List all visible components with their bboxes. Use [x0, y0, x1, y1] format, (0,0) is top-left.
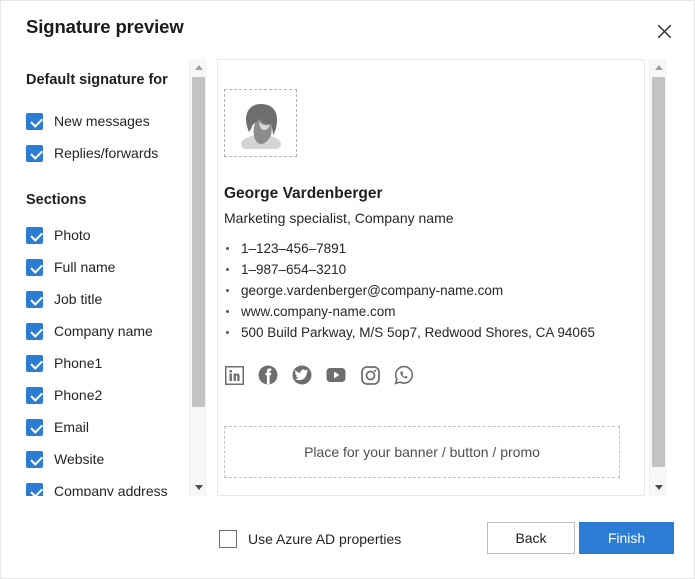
close-icon[interactable] [649, 16, 679, 46]
checkbox-full-name[interactable] [26, 258, 43, 276]
preview-scrollbar[interactable] [649, 59, 666, 496]
finish-button[interactable]: Finish [579, 522, 674, 554]
sidebar-item-job-title[interactable]: Job title [26, 289, 102, 309]
list-item: www.company-name.com [224, 301, 595, 322]
sidebar-item-photo[interactable]: Photo [26, 225, 91, 245]
chevron-up-icon[interactable] [190, 59, 207, 76]
social-icon-row [224, 365, 414, 385]
twitter-icon[interactable] [292, 365, 312, 385]
sidebar-item-label: Phone2 [54, 387, 103, 403]
chevron-up-icon[interactable] [650, 59, 667, 76]
sidebar-item-label: Job title [54, 291, 103, 307]
use-azure-ad-properties-row[interactable]: Use Azure AD properties [219, 530, 401, 548]
sidebar-item-label: Email [54, 419, 90, 435]
list-item: 1–123–456–7891 [224, 238, 595, 259]
sidebar-group-title-default: Default signature for [26, 72, 168, 88]
sidebar-item-company-name[interactable]: Company name [26, 321, 153, 341]
sidebar-item-label: Website [54, 451, 105, 467]
youtube-icon[interactable] [326, 365, 346, 385]
sidebar-item-label: New messages [54, 113, 150, 129]
list-item: 500 Build Parkway, M/S 5op7, Redwood Sho… [224, 322, 595, 343]
sidebar-item-phone2[interactable]: Phone2 [26, 385, 102, 405]
linkedin-icon[interactable] [224, 365, 244, 385]
sidebar-item-email[interactable]: Email [26, 417, 89, 437]
sidebar-item-label: Company name [54, 323, 153, 339]
sidebar-item-full-name[interactable]: Full name [26, 257, 115, 277]
page-title: Signature preview [26, 16, 184, 37]
chevron-down-icon[interactable] [650, 479, 667, 496]
whatsapp-icon[interactable] [394, 365, 414, 385]
sidebar-scrollbar-thumb[interactable] [192, 77, 205, 407]
checkbox-photo[interactable] [26, 226, 43, 244]
sidebar-scrollbar[interactable] [189, 59, 206, 496]
signature-preview-pane: George Vardenberger Marketing specialist… [217, 59, 645, 496]
checkbox-email[interactable] [26, 418, 43, 436]
sidebar-item-replies-forwards[interactable]: Replies/forwards [26, 143, 158, 163]
sidebar-item-website[interactable]: Website [26, 449, 104, 469]
signature-name: George Vardenberger [224, 185, 383, 202]
dialog-header: Signature preview [1, 1, 694, 53]
sidebar-group-title-sections: Sections [26, 192, 87, 208]
sidebar-item-label: Phone1 [54, 355, 103, 371]
sidebar-item-new-messages[interactable]: New messages [26, 111, 150, 131]
checkbox-phone1[interactable] [26, 354, 43, 372]
sidebar-item-label: Company address [54, 483, 168, 496]
preview-scrollbar-thumb[interactable] [652, 77, 665, 467]
banner-placeholder[interactable]: Place for your banner / button / promo [224, 426, 620, 478]
sidebar-item-phone1[interactable]: Phone1 [26, 353, 102, 373]
chevron-down-icon[interactable] [190, 479, 207, 496]
avatar-person-icon [240, 104, 281, 149]
sidebar-item-company-address[interactable]: Company address [26, 481, 168, 496]
checkbox-replies-forwards[interactable] [26, 144, 43, 162]
sidebar-item-label: Replies/forwards [54, 145, 159, 161]
banner-placeholder-text: Place for your banner / button / promo [304, 444, 540, 460]
list-item: george.vardenberger@company-name.com [224, 280, 595, 301]
signature-preview-dialog: Signature preview Default signature for … [0, 0, 695, 579]
photo-placeholder[interactable] [224, 89, 297, 157]
signature-contact-list: 1–123–456–7891 1–987–654–3210 george.var… [224, 238, 595, 343]
checkbox-company-address[interactable] [26, 482, 43, 496]
checkbox-use-azure-ad-properties[interactable] [219, 530, 237, 548]
back-button[interactable]: Back [487, 522, 575, 554]
checkbox-company-name[interactable] [26, 322, 43, 340]
use-azure-ad-properties-label: Use Azure AD properties [248, 531, 402, 547]
list-item: 1–987–654–3210 [224, 259, 595, 280]
sections-sidebar: Default signature for New messages Repli… [1, 59, 187, 496]
instagram-icon[interactable] [360, 365, 380, 385]
checkbox-phone2[interactable] [26, 386, 43, 404]
facebook-icon[interactable] [258, 365, 278, 385]
sidebar-item-label: Photo [54, 227, 91, 243]
sidebar-item-label: Full name [54, 259, 116, 275]
signature-role: Marketing specialist, Company name [224, 210, 454, 226]
checkbox-job-title[interactable] [26, 290, 43, 308]
checkbox-website[interactable] [26, 450, 43, 468]
checkbox-new-messages[interactable] [26, 112, 43, 130]
